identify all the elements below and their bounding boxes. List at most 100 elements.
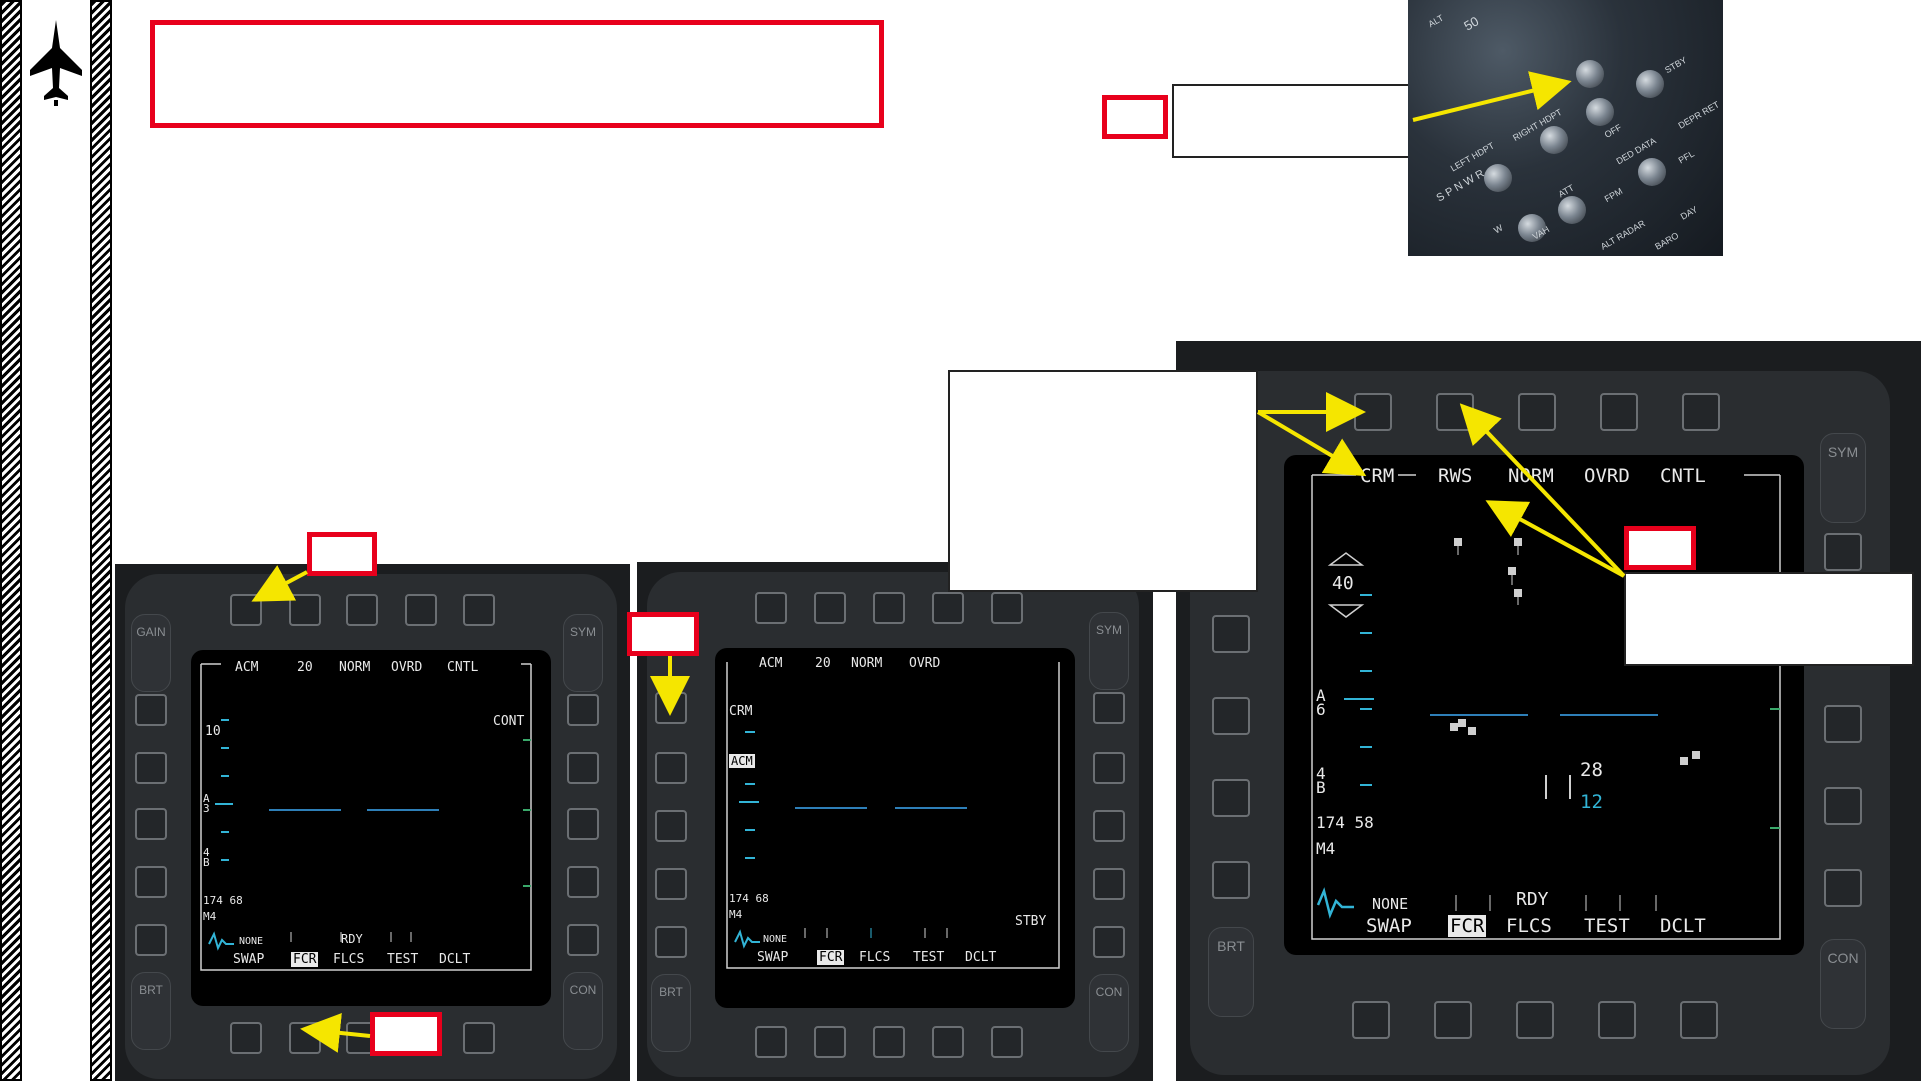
- osb-right-1[interactable]: [1824, 533, 1862, 571]
- osb-right-5[interactable]: [567, 924, 599, 956]
- photo-label: BARO: [1653, 230, 1681, 252]
- osb-left-4[interactable]: [655, 868, 687, 900]
- bottom-label-dclt: DCLT: [1660, 915, 1706, 937]
- osb-top-3[interactable]: [1518, 393, 1556, 431]
- bottom-label-fcr: FCR: [1448, 915, 1487, 937]
- sym-rocker[interactable]: SYM: [1820, 433, 1866, 523]
- osb-left-2[interactable]: [135, 752, 167, 784]
- osb-bottom-4[interactable]: [1598, 1001, 1636, 1039]
- osb-bottom-3[interactable]: [873, 1026, 905, 1058]
- a-value: A 3: [203, 792, 210, 815]
- top-label-cntl: CNTL: [1660, 465, 1706, 487]
- gain-rocker[interactable]: GAIN: [131, 614, 171, 692]
- osb-bottom-1[interactable]: [755, 1026, 787, 1058]
- knob: [1540, 126, 1568, 154]
- osb-left-5[interactable]: [135, 924, 167, 956]
- osb-left-3[interactable]: [135, 808, 167, 840]
- osb-top-1[interactable]: [230, 594, 262, 626]
- osb-top-2[interactable]: [1436, 393, 1474, 431]
- osb-top-4[interactable]: [1600, 393, 1638, 431]
- osb-right-3[interactable]: [567, 808, 599, 840]
- con-rocker[interactable]: CON: [1820, 939, 1866, 1029]
- sym-rocker[interactable]: SYM: [1089, 612, 1129, 690]
- mode-readout: M4: [203, 910, 217, 923]
- osb-right-1[interactable]: [567, 694, 599, 726]
- osb-right-3[interactable]: [1824, 787, 1862, 825]
- osb-top-1[interactable]: [1354, 393, 1392, 431]
- top-label-range: 20: [815, 656, 831, 671]
- marker-left-mfd-top: [307, 532, 377, 576]
- osb-bottom-2[interactable]: [814, 1026, 846, 1058]
- mfd-screen: ACM 20 NORM OVRD CRM ACM 174 68 M4 STBY …: [715, 648, 1075, 1008]
- osb-bottom-5[interactable]: [463, 1022, 495, 1054]
- osb-top-4[interactable]: [932, 592, 964, 624]
- brt-rocker[interactable]: BRT: [651, 974, 691, 1052]
- bottom-label-swap: SWAP: [233, 952, 265, 967]
- brt-rocker[interactable]: BRT: [131, 972, 171, 1050]
- osb-bottom-1[interactable]: [230, 1022, 262, 1054]
- osb-right-3[interactable]: [1093, 810, 1125, 842]
- callout-right: [1624, 572, 1914, 666]
- osb-right-2[interactable]: [567, 752, 599, 784]
- osb-left-3[interactable]: [1212, 779, 1250, 817]
- osb-right-2[interactable]: [1093, 752, 1125, 784]
- marker-mid-mfd: [627, 612, 699, 656]
- osb-left-1[interactable]: [1212, 615, 1250, 653]
- osb-right-4[interactable]: [1824, 869, 1862, 907]
- osb-top-5[interactable]: [1682, 393, 1720, 431]
- osb-top-3[interactable]: [873, 592, 905, 624]
- osb-bottom-3[interactable]: [1516, 1001, 1554, 1039]
- osb-left-3[interactable]: [655, 810, 687, 842]
- osb-top-5[interactable]: [991, 592, 1023, 624]
- bottom-label-dclt: DCLT: [965, 950, 997, 965]
- osb-left-1[interactable]: [135, 694, 167, 726]
- osb-top-2[interactable]: [289, 594, 321, 626]
- osb-left-5[interactable]: [655, 926, 687, 958]
- osb-bottom-1[interactable]: [1352, 1001, 1390, 1039]
- osb-bottom-2[interactable]: [1434, 1001, 1472, 1039]
- osb-right-4[interactable]: [567, 866, 599, 898]
- osb-bottom-5[interactable]: [991, 1026, 1023, 1058]
- osb-bottom-2[interactable]: [289, 1022, 321, 1054]
- osb-bottom-4[interactable]: [932, 1026, 964, 1058]
- knob: [1576, 60, 1604, 88]
- acm-label: ACM: [729, 754, 755, 768]
- top-label-ovrd: OVRD: [1584, 465, 1630, 487]
- knob: [1484, 164, 1512, 192]
- osb-top-3[interactable]: [346, 594, 378, 626]
- photo-label: DAY: [1678, 204, 1700, 222]
- osb-top-5[interactable]: [463, 594, 495, 626]
- knob: [1638, 158, 1666, 186]
- marker-left-mfd-bottom: [370, 1012, 442, 1056]
- osb-left-2[interactable]: [1212, 697, 1250, 735]
- photo-label: ALT RADAR: [1598, 218, 1647, 252]
- b-value: 4 B: [203, 846, 210, 869]
- photo-label: W: [1492, 222, 1505, 236]
- rdy-label: RDY: [1516, 889, 1549, 910]
- photo-label: DEPR RET: [1676, 99, 1721, 131]
- a-value: A 6: [1316, 686, 1326, 719]
- osb-left-2[interactable]: [655, 752, 687, 784]
- top-label-ovrd: OVRD: [391, 660, 423, 675]
- osb-right-2[interactable]: [1824, 705, 1862, 743]
- osb-top-4[interactable]: [405, 594, 437, 626]
- osb-left-4[interactable]: [135, 866, 167, 898]
- osb-bottom-5[interactable]: [1680, 1001, 1718, 1039]
- osb-left-1[interactable]: [655, 692, 687, 724]
- osb-right-5[interactable]: [1093, 926, 1125, 958]
- bottom-label-swap: SWAP: [1366, 915, 1412, 937]
- sym-rocker[interactable]: SYM: [563, 614, 603, 692]
- bottom-label-fcr: FCR: [817, 950, 845, 965]
- con-rocker[interactable]: CON: [1089, 974, 1129, 1052]
- osb-top-1[interactable]: [755, 592, 787, 624]
- brt-rocker[interactable]: BRT: [1208, 927, 1254, 1017]
- osb-top-2[interactable]: [814, 592, 846, 624]
- top-label-cntl: CNTL: [447, 660, 479, 675]
- top-label-norm: NORM: [1508, 465, 1554, 487]
- osb-right-1[interactable]: [1093, 692, 1125, 724]
- jet-aircraft-icon: [30, 20, 82, 106]
- osb-right-4[interactable]: [1093, 868, 1125, 900]
- bottom-label-flcs: FLCS: [859, 950, 891, 965]
- con-rocker[interactable]: CON: [563, 972, 603, 1050]
- osb-left-4[interactable]: [1212, 861, 1250, 899]
